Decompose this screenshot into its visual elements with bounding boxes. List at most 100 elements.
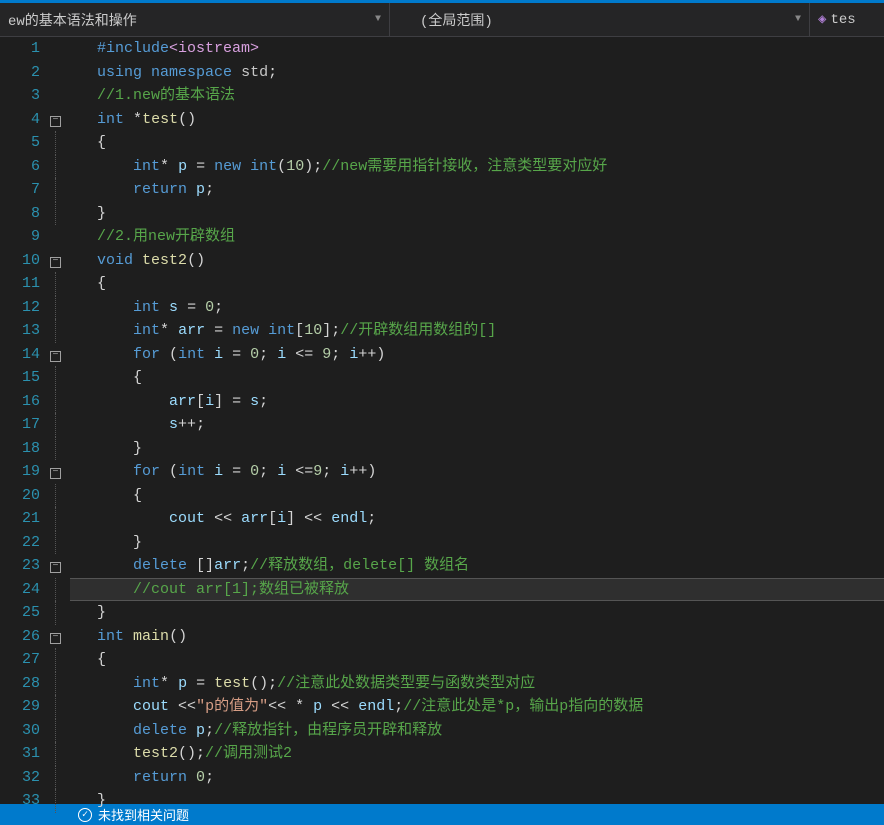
code-line[interactable]: return 0; (70, 766, 884, 790)
line-number: 20 (0, 484, 40, 508)
line-number: 14 (0, 343, 40, 367)
code-line[interactable]: s++; (70, 413, 884, 437)
code-line[interactable]: { (70, 272, 884, 296)
line-number: 5 (0, 131, 40, 155)
breadcrumb-scope[interactable]: ew的基本语法和操作 ▼ (0, 3, 390, 36)
line-number: 17 (0, 413, 40, 437)
fold-toggle[interactable]: − (50, 108, 70, 132)
fold-guide (50, 37, 70, 61)
line-number: 6 (0, 155, 40, 179)
code-line[interactable]: { (70, 131, 884, 155)
line-number: 22 (0, 531, 40, 555)
line-number: 9 (0, 225, 40, 249)
code-line[interactable]: delete []arr;//释放数组，delete[] 数组名 (70, 554, 884, 578)
code-line[interactable]: for (int i = 0; i <= 9; i++) (70, 343, 884, 367)
fold-guide (50, 742, 70, 766)
fold-guide (50, 484, 70, 508)
code-line[interactable]: int* p = test();//注意此处数据类型要与函数类型对应 (70, 672, 884, 696)
fold-guide (50, 390, 70, 414)
line-number: 33 (0, 789, 40, 813)
fold-guide (50, 672, 70, 696)
breadcrumb-global-label: (全局范围) (420, 10, 493, 30)
breadcrumb-member[interactable]: ◈ tes (810, 3, 884, 36)
line-number: 2 (0, 61, 40, 85)
fold-guide (50, 531, 70, 555)
code-line[interactable]: //2.用new开辟数组 (70, 225, 884, 249)
code-line[interactable]: int* p = new int(10);//new需要用指针接收，注意类型要对… (70, 155, 884, 179)
code-line[interactable]: } (70, 601, 884, 625)
code-line[interactable]: delete p;//释放指针，由程序员开辟和释放 (70, 719, 884, 743)
fold-column[interactable]: − − − − − − (50, 37, 70, 804)
fold-guide (50, 366, 70, 390)
code-line[interactable]: } (70, 531, 884, 555)
code-area[interactable]: #include<iostream> using namespace std; … (70, 37, 884, 804)
line-number: 21 (0, 507, 40, 531)
breadcrumb-bar: ew的基本语法和操作 ▼ (全局范围) ▼ ◈ tes (0, 3, 884, 37)
breadcrumb-member-label: tes (830, 12, 855, 28)
fold-guide (50, 507, 70, 531)
line-number: 24 (0, 578, 40, 602)
chevron-down-icon: ▼ (795, 14, 801, 25)
fold-toggle[interactable]: − (50, 625, 70, 649)
code-line[interactable]: { (70, 484, 884, 508)
fold-toggle[interactable]: − (50, 460, 70, 484)
fold-guide (50, 766, 70, 790)
line-number: 10 (0, 249, 40, 273)
code-line[interactable]: { (70, 366, 884, 390)
fold-guide (50, 601, 70, 625)
line-number: 32 (0, 766, 40, 790)
fold-guide (50, 61, 70, 85)
code-line[interactable]: //cout arr[1];数组已被释放 (70, 578, 884, 602)
code-line[interactable]: cout <<"p的值为"<< * p << endl;//注意此处是*p，输出… (70, 695, 884, 719)
chevron-down-icon: ▼ (375, 14, 381, 25)
fold-guide (50, 178, 70, 202)
line-number: 13 (0, 319, 40, 343)
cube-icon: ◈ (818, 11, 826, 28)
fold-guide (50, 319, 70, 343)
fold-guide (50, 789, 70, 813)
line-number: 12 (0, 296, 40, 320)
breadcrumb-global[interactable]: (全局范围) ▼ (390, 3, 810, 36)
code-line[interactable]: { (70, 648, 884, 672)
line-number: 29 (0, 695, 40, 719)
line-number: 23 (0, 554, 40, 578)
code-line[interactable]: } (70, 437, 884, 461)
fold-guide (50, 578, 70, 602)
code-line[interactable]: cout << arr[i] << endl; (70, 507, 884, 531)
code-line[interactable]: int s = 0; (70, 296, 884, 320)
line-number: 16 (0, 390, 40, 414)
line-number: 7 (0, 178, 40, 202)
line-number: 25 (0, 601, 40, 625)
code-line[interactable]: //1.new的基本语法 (70, 84, 884, 108)
fold-toggle[interactable]: − (50, 554, 70, 578)
line-number-gutter: 1234567891011121314151617181920212223242… (0, 37, 50, 804)
line-number: 27 (0, 648, 40, 672)
code-line[interactable]: int* arr = new int[10];//开辟数组用数组的[] (70, 319, 884, 343)
line-number: 15 (0, 366, 40, 390)
code-line[interactable]: } (70, 789, 884, 813)
fold-guide (50, 437, 70, 461)
fold-guide (50, 131, 70, 155)
fold-guide (50, 155, 70, 179)
line-number: 11 (0, 272, 40, 296)
line-number: 19 (0, 460, 40, 484)
fold-guide (50, 202, 70, 226)
code-line[interactable]: using namespace std; (70, 61, 884, 85)
code-line[interactable]: #include<iostream> (70, 37, 884, 61)
code-line[interactable]: void test2() (70, 249, 884, 273)
fold-guide (50, 272, 70, 296)
code-line[interactable]: int main() (70, 625, 884, 649)
code-editor[interactable]: 1234567891011121314151617181920212223242… (0, 37, 884, 804)
code-line[interactable]: } (70, 202, 884, 226)
line-number: 4 (0, 108, 40, 132)
code-line[interactable]: arr[i] = s; (70, 390, 884, 414)
line-number: 31 (0, 742, 40, 766)
code-line[interactable]: return p; (70, 178, 884, 202)
fold-toggle[interactable]: − (50, 343, 70, 367)
code-line[interactable]: test2();//调用测试2 (70, 742, 884, 766)
fold-toggle[interactable]: − (50, 249, 70, 273)
line-number: 28 (0, 672, 40, 696)
line-number: 8 (0, 202, 40, 226)
code-line[interactable]: for (int i = 0; i <=9; i++) (70, 460, 884, 484)
code-line[interactable]: int *test() (70, 108, 884, 132)
